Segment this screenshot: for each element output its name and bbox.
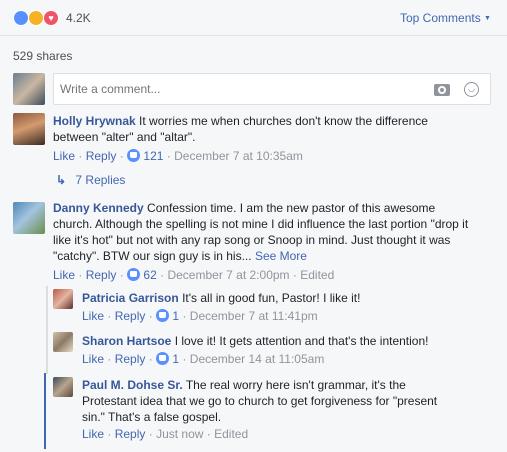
timestamp[interactable]: December 7 at 10:35am xyxy=(174,149,303,163)
like-count[interactable]: 1 xyxy=(172,309,179,323)
reply-button[interactable]: Reply xyxy=(86,149,117,163)
sort-comments-dropdown[interactable]: Top Comments ▼ xyxy=(400,11,491,25)
avatar[interactable] xyxy=(13,113,45,145)
like-button[interactable]: Like xyxy=(53,149,75,163)
like-count-icon xyxy=(127,268,141,281)
timestamp[interactable]: December 14 at 11:05am xyxy=(190,352,325,366)
camera-icon[interactable] xyxy=(434,84,450,96)
reply-actions: Like · Reply · 1 · December 14 at 11:05a… xyxy=(82,352,325,366)
avatar[interactable] xyxy=(53,377,73,397)
view-replies-link[interactable]: ↳ 7 Replies xyxy=(56,172,125,188)
comment-author[interactable]: Holly Hrywnak xyxy=(53,114,136,128)
reply-button[interactable]: Reply xyxy=(115,352,146,366)
reply-author[interactable]: Patricia Garrison xyxy=(82,291,179,305)
see-more-link[interactable]: See More xyxy=(255,249,307,263)
like-button[interactable]: Like xyxy=(53,268,75,282)
timestamp[interactable]: December 7 at 11:41pm xyxy=(190,309,318,323)
love-reaction-icon: ♥ xyxy=(43,10,59,26)
reply-text: Patricia Garrison It's all in good fun, … xyxy=(82,291,361,305)
like-reaction-icon xyxy=(13,10,29,26)
comment-actions: Like · Reply · 121 · December 7 at 10:35… xyxy=(53,149,303,163)
haha-reaction-icon xyxy=(28,10,44,26)
like-count-icon xyxy=(156,352,170,365)
comment-text-line: like it's hot" but not with any rap song… xyxy=(53,233,451,247)
reply-arrow-icon: ↳ xyxy=(56,173,67,187)
comment-author[interactable]: Danny Kennedy xyxy=(53,201,144,215)
reply-button[interactable]: Reply xyxy=(115,309,146,323)
reaction-count[interactable]: 4.2K xyxy=(66,11,91,25)
like-button[interactable]: Like xyxy=(82,427,104,441)
new-reply-highlight-bar xyxy=(44,373,46,449)
timestamp[interactable]: December 7 at 2:00pm xyxy=(167,268,289,282)
replies-count: 7 Replies xyxy=(75,173,126,187)
reply-text-line: Protestant idea that we go to church to … xyxy=(82,394,438,408)
comment-actions: Like · Reply · 62 · December 7 at 2:00pm… xyxy=(53,268,335,282)
like-count-icon xyxy=(156,309,170,322)
comment-composer[interactable]: ◡ xyxy=(53,73,491,105)
reply-thread-line xyxy=(46,286,48,374)
emoji-icon[interactable]: ◡ xyxy=(464,82,479,97)
like-button[interactable]: Like xyxy=(82,352,104,366)
reply-text: Paul M. Dohse Sr. The real worry here is… xyxy=(82,378,406,392)
avatar[interactable] xyxy=(53,332,73,352)
reply-actions: Like · Reply · 1 · December 7 at 11:41pm xyxy=(82,309,318,323)
reply-text-line: sin." That's a false gospel. xyxy=(82,410,222,424)
avatar[interactable] xyxy=(53,289,73,309)
edited-label[interactable]: Edited xyxy=(214,427,248,441)
like-count[interactable]: 1 xyxy=(172,352,179,366)
divider xyxy=(0,35,507,36)
caret-down-icon: ▼ xyxy=(484,15,491,22)
reply-button[interactable]: Reply xyxy=(115,427,146,441)
avatar[interactable] xyxy=(13,202,45,234)
comment-text: Danny Kennedy Confession time. I am the … xyxy=(53,201,436,215)
reaction-icons[interactable]: ♥ xyxy=(13,10,61,26)
comment-text-line: church. Although the spelling is not min… xyxy=(53,217,469,231)
like-count-icon xyxy=(127,149,141,162)
edited-label[interactable]: Edited xyxy=(300,268,334,282)
timestamp[interactable]: Just now xyxy=(156,427,203,441)
like-button[interactable]: Like xyxy=(82,309,104,323)
current-user-avatar xyxy=(13,73,45,105)
comment-text-line: "catchy". BTW our sign guy is in his... … xyxy=(53,249,307,263)
like-count[interactable]: 62 xyxy=(143,268,156,282)
reply-button[interactable]: Reply xyxy=(86,268,117,282)
reply-author[interactable]: Paul M. Dohse Sr. xyxy=(82,378,183,392)
comment-text-line: between "alter" and "altar". xyxy=(53,130,196,144)
shares-link[interactable]: 529 shares xyxy=(13,49,72,63)
comment-text: Holly Hrywnak It worries me when churche… xyxy=(53,114,428,128)
reply-text: Sharon Hartsoe I love it! It gets attent… xyxy=(82,334,429,348)
reply-author[interactable]: Sharon Hartsoe xyxy=(82,334,171,348)
like-count[interactable]: 121 xyxy=(143,149,163,163)
reply-actions: Like · Reply · Just now · Edited xyxy=(82,427,249,441)
sort-label: Top Comments xyxy=(400,11,481,25)
comment-input[interactable] xyxy=(60,80,420,98)
